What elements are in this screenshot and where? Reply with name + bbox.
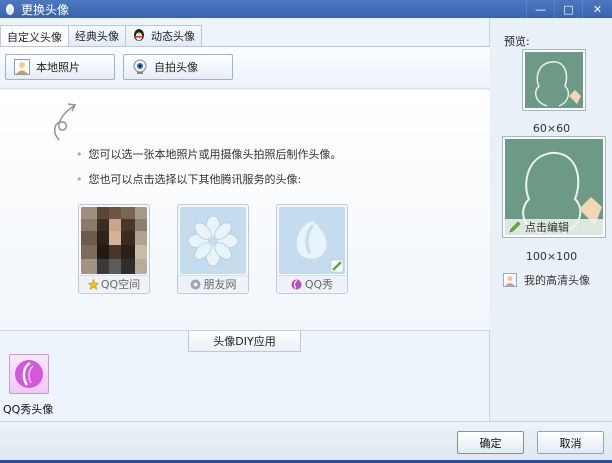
pengyou-label: 朋友网 — [203, 278, 237, 291]
qzone-label: QQ空间 — [100, 278, 141, 291]
preview-panel: 预览: 60×60 点击编辑 100×100 我的高清头像 — [491, 18, 612, 421]
pengyou-logo — [180, 207, 246, 274]
tab-classic-avatar[interactable]: 经典头像 — [68, 25, 126, 46]
qqshow-small-icon — [291, 279, 302, 290]
local-photo-label: 本地照片 — [36, 61, 80, 74]
tab-animated-avatar[interactable]: 动态头像 — [125, 25, 202, 46]
preview-100[interactable]: 点击编辑 — [502, 136, 606, 238]
tab-bar: 自定义头像 经典头像 动态头像 — [0, 25, 202, 47]
qqshow-label: QQ秀 — [304, 278, 334, 291]
diy-divider: 头像DIY应用 — [0, 330, 490, 352]
hd-avatar-label: 我的高清头像 — [524, 274, 590, 287]
edit-avatar-bar[interactable]: 点击编辑 — [505, 219, 603, 235]
pengyou-small-icon — [190, 279, 201, 290]
qzone-service[interactable]: QQ空间 — [78, 204, 150, 294]
cancel-button[interactable]: 取消 — [537, 431, 604, 454]
pencil-icon — [509, 221, 521, 233]
qqshow-logo — [279, 207, 345, 274]
content-area: 您可以选一张本地照片或用摄像头拍照后制作头像。 您也可以点击选择以下其他腾讯服务… — [0, 90, 490, 330]
title-bar: 更换头像 — □ ✕ — [0, 0, 612, 18]
preview-100-size: 100×100 — [525, 250, 578, 263]
qq-penguin-icon — [3, 2, 17, 16]
penguin-icon — [132, 28, 146, 45]
toolbar: 本地照片 自拍头像 — [0, 47, 490, 89]
diy-apps-header: 头像DIY应用 — [188, 331, 301, 352]
tip-line-2: 您也可以点击选择以下其他腾讯服务的头像: — [76, 171, 302, 187]
curly-arrow-icon — [50, 100, 80, 148]
qqshow-app-icon — [9, 354, 49, 394]
qqshow-service[interactable]: QQ秀 — [276, 204, 348, 294]
preview-60-size: 60×60 — [532, 122, 571, 135]
tab-label: 自定义头像 — [7, 30, 62, 44]
photo-portrait-icon — [14, 59, 30, 75]
window-title: 更换头像 — [21, 2, 70, 17]
ok-button[interactable]: 确定 — [457, 431, 524, 454]
dialog-footer: 确定 取消 — [0, 421, 612, 463]
selfie-button[interactable]: 自拍头像 — [123, 54, 233, 80]
tab-label: 动态头像 — [151, 30, 195, 43]
avatar-silhouette-icon — [535, 61, 581, 107]
qqshow-avatar-app[interactable]: QQ秀头像 — [3, 354, 59, 416]
main-panel: 自定义头像 经典头像 动态头像 本地照片 自拍头像 您可以选一张本地照片或用摄像… — [0, 18, 490, 421]
webcam-icon — [132, 59, 148, 75]
preview-label: 预览: — [504, 35, 530, 48]
user-avatar-icon — [503, 273, 517, 287]
tip-line-1: 您可以选一张本地照片或用摄像头拍照后制作头像。 — [76, 146, 342, 162]
preview-60 — [522, 49, 586, 111]
qzone-avatar-photo — [81, 207, 147, 274]
tab-custom-avatar[interactable]: 自定义头像 — [0, 25, 69, 47]
maximize-button[interactable]: □ — [554, 0, 582, 18]
edit-avatar-label: 点击编辑 — [525, 221, 569, 234]
qqshow-app-label: QQ秀头像 — [3, 403, 54, 416]
minimize-button[interactable]: — — [526, 0, 554, 18]
close-button[interactable]: ✕ — [582, 0, 612, 18]
pengyou-service[interactable]: 朋友网 — [177, 204, 249, 294]
star-icon — [87, 278, 99, 290]
local-photo-button[interactable]: 本地照片 — [5, 54, 115, 80]
tab-label: 经典头像 — [75, 30, 119, 43]
selfie-label: 自拍头像 — [154, 61, 198, 74]
hd-avatar-link[interactable]: 我的高清头像 — [503, 272, 590, 288]
